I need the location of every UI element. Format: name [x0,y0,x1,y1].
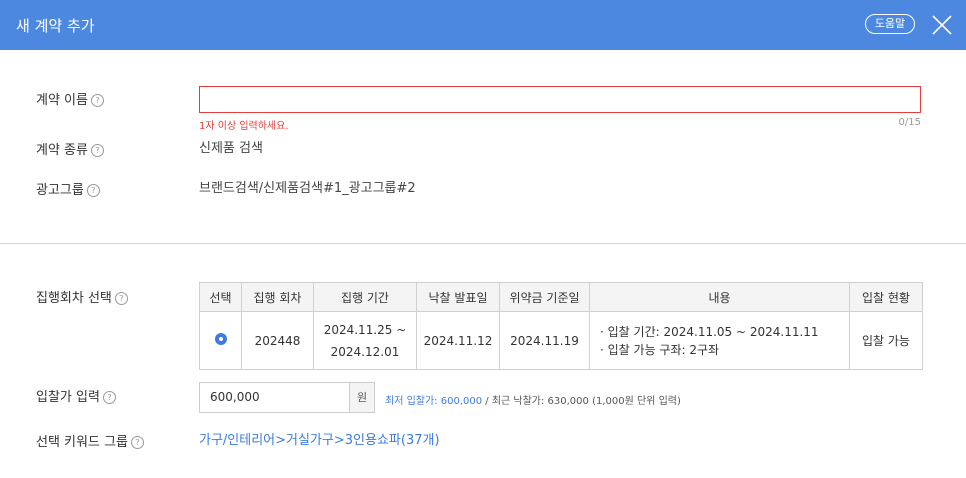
col-header-select: 선택 [199,282,242,312]
round-label-row: 집행회차 선택? [36,287,128,306]
rounds-table: 선택 집행 회차 집행 기간 낙찰 발표일 위약금 기준일 내용 입찰 현황 2… [199,282,923,370]
help-circle-icon[interactable]: ? [86,184,100,197]
col-header-round: 집행 회차 [241,282,314,312]
contract-name-error: 1자 이상 입력하세요. [199,121,289,132]
keyword-group-label: 선택 키워드 그룹 [36,435,128,450]
bid-label: 입찰가 입력 [36,390,100,405]
help-circle-icon[interactable]: ? [102,391,116,404]
row-content: · 입찰 기간: 2024.11.05 ~ 2024.11.11 · 입찰 가능… [589,311,850,370]
radio-selected-icon[interactable] [214,333,227,345]
recent-bid-text: / 최근 낙찰가: 630,000 (1,000원 단위 입력) [482,396,681,407]
row-status: 입찰 가능 [849,311,923,370]
ad-group-label: 광고그룹 [36,183,84,198]
help-circle-icon[interactable]: ? [131,436,144,449]
table-row[interactable]: 202448 2024.11.25 ~ 2024.12.01 2024.11.1… [199,311,923,370]
contract-type-label-row: 계약 종류? [36,139,104,158]
contract-type-label: 계약 종류 [36,143,88,158]
keyword-label-row: 선택 키워드 그룹? [36,431,144,450]
table-header-row: 선택 집행 회차 집행 기간 낙찰 발표일 위약금 기준일 내용 입찰 현황 [199,282,923,312]
contract-name-label-row: 계약 이름? [36,89,104,108]
keyword-group-link[interactable]: 가구/인테리어>거실가구>3인용쇼파(37개) [199,429,440,448]
contract-name-label: 계약 이름 [36,93,88,108]
section-divider [0,243,966,244]
contract-name-input[interactable] [199,86,921,113]
min-bid-text: 최저 입찰가: 600,000 [385,396,483,407]
row-content-line2: · 입찰 가능 구좌: 2구좌 [600,342,720,357]
row-content-line1: · 입찰 기간: 2024.11.05 ~ 2024.11.11 [600,324,819,339]
col-header-announce-date: 낙찰 발표일 [416,282,500,312]
bid-info: 최저 입찰가: 600,000 / 최근 낙찰가: 630,000 (1,000… [385,392,681,407]
help-circle-icon[interactable]: ? [90,94,104,107]
help-circle-icon[interactable]: ? [114,292,128,305]
row-select-cell[interactable] [199,311,242,370]
dialog-title: 새 계약 추가 [16,17,95,35]
bid-unit: 원 [349,382,375,413]
ad-group-label-row: 광고그룹? [36,179,100,198]
col-header-period: 집행 기간 [313,282,417,312]
ad-group-value: 브랜드검색/신제품검색#1_광고그룹#2 [199,181,416,196]
row-period-end: 2024.12.01 [330,344,400,359]
help-circle-icon[interactable]: ? [90,144,104,157]
bid-input[interactable]: 600,000 [199,382,350,413]
round-select-label: 집행회차 선택 [36,291,112,306]
col-header-penalty-date: 위약금 기준일 [499,282,590,312]
row-penalty-date: 2024.11.19 [499,311,590,370]
row-period-start: 2024.11.25 ~ [323,322,407,337]
help-button[interactable]: 도움말 [865,14,915,34]
row-announce-date: 2024.11.12 [416,311,500,370]
row-period: 2024.11.25 ~ 2024.12.01 [313,311,417,370]
row-round: 202448 [241,311,314,370]
contract-type-value: 신제품 검색 [199,141,263,156]
dialog-header: 새 계약 추가 도움말 [0,0,966,50]
bid-label-row: 입찰가 입력? [36,386,116,405]
close-icon[interactable] [930,13,954,37]
col-header-content: 내용 [589,282,850,312]
col-header-status: 입찰 현황 [849,282,923,312]
contract-name-char-count: 0/15 [898,117,921,128]
